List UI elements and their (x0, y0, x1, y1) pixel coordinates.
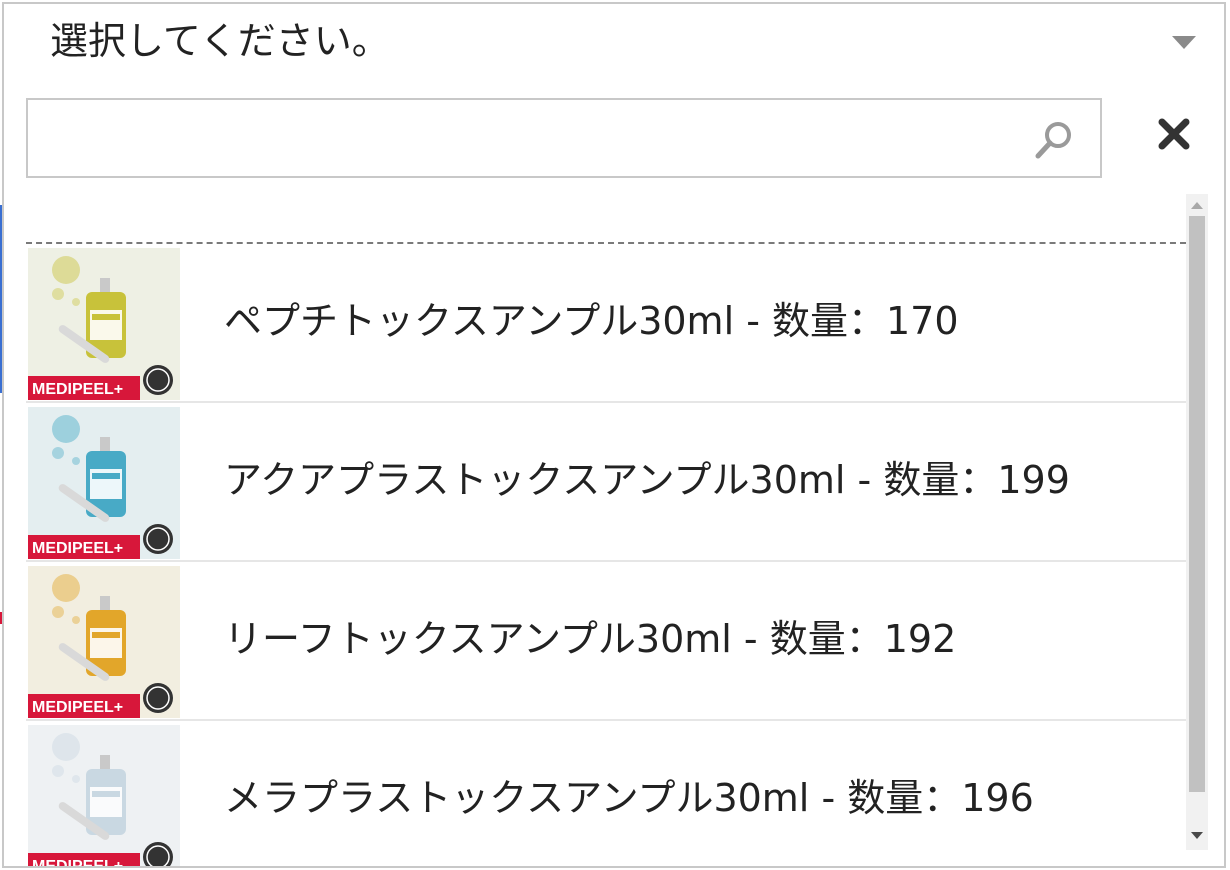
option-label: メラプラストックスアンプル30ml - 数量：196 (224, 776, 1034, 820)
options-list[interactable]: MEDIPEEL+ ペプチトックスアンプル30ml - 数量：170 MEDIPEE… (26, 194, 1190, 868)
product-thumbnail: MEDIPEEL+ (28, 407, 180, 559)
option-label: ペプチトックスアンプル30ml - 数量：170 (224, 299, 959, 343)
list-item[interactable]: MEDIPEEL+ メラプラストックスアンプル30ml - 数量：196 (26, 723, 1186, 868)
brand-logo-text: MEDIPEEL+ (32, 381, 123, 398)
caret-down-icon[interactable] (1172, 36, 1196, 49)
brand-logo-text: MEDIPEEL+ (32, 858, 123, 868)
product-thumbnail: MEDIPEEL+ (28, 725, 180, 868)
list-item[interactable]: MEDIPEEL+ リーフトックスアンプル30ml - 数量：192 (26, 564, 1186, 721)
brand-logo-text: MEDIPEEL+ (32, 699, 123, 716)
list-item[interactable]: MEDIPEEL+ アクアプラストックスアンプル30ml - 数量：199 (26, 405, 1186, 562)
scrollbar-thumb[interactable] (1189, 216, 1205, 792)
scrollbar[interactable] (1186, 194, 1208, 850)
list-item[interactable]: MEDIPEEL+ ペプチトックスアンプル30ml - 数量：170 (26, 246, 1186, 403)
select-placeholder: 選択してください。 (50, 19, 390, 63)
close-icon[interactable] (1154, 114, 1194, 154)
search-input[interactable] (30, 102, 1020, 174)
search-icon[interactable] (1030, 116, 1078, 164)
scroll-down-arrow-icon[interactable] (1191, 832, 1203, 839)
brand-logo-text: MEDIPEEL+ (32, 540, 123, 557)
search-box[interactable] (26, 98, 1102, 178)
select-box[interactable]: 選択してください。 (2, 2, 1226, 78)
scroll-up-arrow-icon[interactable] (1191, 202, 1203, 209)
product-thumbnail: MEDIPEEL+ (28, 248, 180, 400)
option-label: アクアプラストックスアンプル30ml - 数量：199 (224, 458, 1070, 502)
option-label: リーフトックスアンプル30ml - 数量：192 (224, 617, 957, 661)
product-thumbnail: MEDIPEEL+ (28, 566, 180, 718)
list-divider (26, 242, 1186, 244)
dropdown-panel: MEDIPEEL+ ペプチトックスアンプル30ml - 数量：170 MEDIPEE… (2, 76, 1226, 868)
